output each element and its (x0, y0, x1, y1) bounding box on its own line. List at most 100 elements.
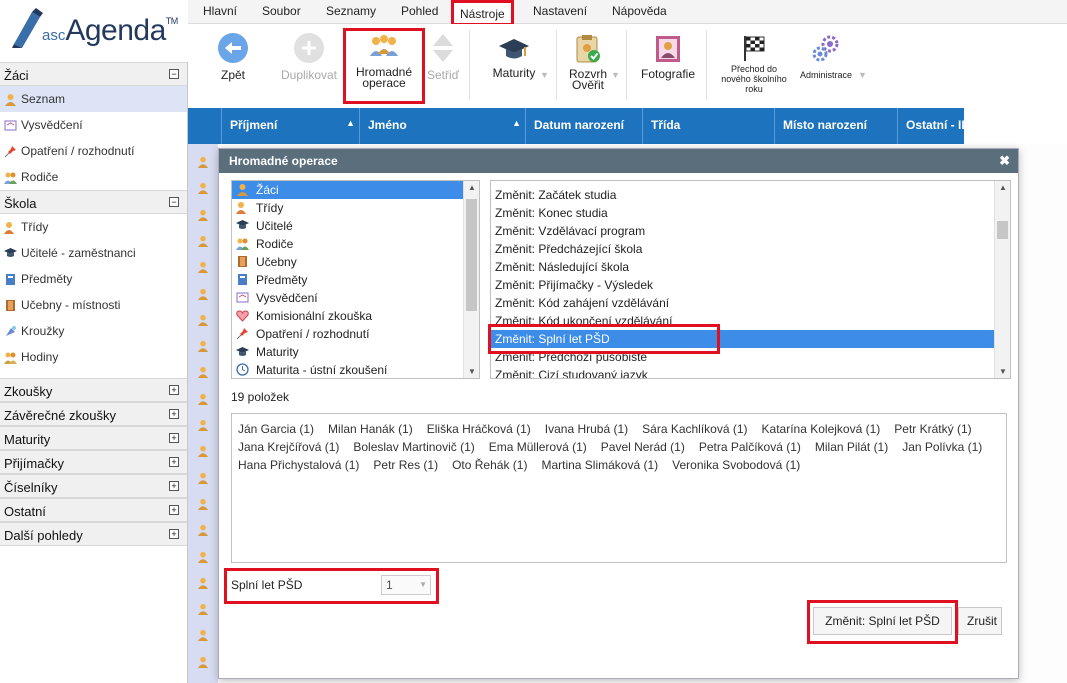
menu-soubor[interactable]: Soubor (262, 4, 301, 18)
expand-icon[interactable]: + (169, 409, 179, 419)
sidebar-item-vysvedceni[interactable]: Vysvědčení (0, 112, 187, 138)
student-icon (197, 235, 209, 247)
new-school-year-button[interactable]: Přechod do nového školního roku (716, 34, 792, 94)
category-item[interactable]: Komisionální zkouška (232, 307, 464, 325)
operation-item[interactable]: Změnit: Následující škola (491, 258, 995, 276)
sort-arrows-icon (433, 34, 453, 62)
sidebar-item-rodice[interactable]: Rodiče (0, 164, 187, 190)
maturity-button[interactable]: Maturity (488, 36, 540, 79)
category-item[interactable]: Vysvědčení (232, 289, 464, 307)
sidebar-section-skola[interactable]: Škola − (0, 190, 187, 214)
category-item[interactable]: Učebny (232, 253, 464, 271)
student-icon (197, 630, 209, 642)
menu-pohled[interactable]: Pohled (401, 4, 438, 18)
expand-icon[interactable]: + (169, 481, 179, 491)
collapse-icon[interactable]: − (169, 69, 179, 79)
admin-dropdown-icon[interactable]: ▼ (858, 70, 867, 80)
category-item[interactable]: Rodiče (232, 235, 464, 253)
scroll-thumb[interactable] (997, 221, 1008, 239)
operation-item[interactable]: Změnit: Kód zahájení vzdělávání (491, 294, 995, 312)
category-item[interactable]: Učitelé (232, 217, 464, 235)
administration-button[interactable]: Administrace (798, 34, 854, 81)
grad-cap-icon (236, 347, 249, 356)
category-item[interactable]: Žáci (232, 181, 464, 199)
expand-icon[interactable]: + (169, 529, 179, 539)
sidebar-section-dalsi-pohledy[interactable]: Další pohledy + (0, 522, 187, 546)
sidebar-section-maturity[interactable]: Maturity + (0, 426, 187, 450)
scroll-up-icon[interactable]: ▲ (468, 183, 476, 192)
sidebar-item-hodiny[interactable]: Hodiny (0, 344, 187, 370)
category-item[interactable]: Maturity (232, 343, 464, 361)
collapse-icon[interactable]: − (169, 197, 179, 207)
scroll-thumb[interactable] (466, 199, 477, 311)
column-prijmeni[interactable]: Příjmení ▲ (222, 108, 360, 144)
student-name: Veronika Svobodová (1) (672, 458, 801, 472)
operation-item[interactable]: Změnit: Začátek studia (491, 186, 995, 204)
operation-item[interactable]: Změnit: Konec studia (491, 204, 995, 222)
apply-button[interactable]: Změnit: Splní let PŠD (813, 607, 952, 635)
column-misto-narozeni[interactable]: Místo narození (775, 108, 898, 144)
schedule-verify-button[interactable]: Rozvrh Ověřit (566, 34, 610, 91)
scroll-down-icon[interactable]: ▼ (999, 367, 1007, 376)
column-datum-narozeni[interactable]: Datum narození (526, 108, 643, 144)
sidebar-item-tridy[interactable]: Třídy (0, 214, 187, 240)
menu-nastroje[interactable]: Nástroje (451, 0, 514, 26)
sidebar-item-seznam[interactable]: Seznam (0, 86, 187, 112)
schedule-dropdown-icon[interactable]: ▼ (611, 70, 620, 80)
scroll-down-icon[interactable]: ▼ (468, 367, 476, 376)
student-icon (197, 604, 209, 616)
sidebar-item-krouzky[interactable]: Kroužky (0, 318, 187, 344)
category-item[interactable]: Předměty (232, 271, 464, 289)
photos-button[interactable]: Fotografie (638, 34, 698, 80)
sidebar-section-ciselniky[interactable]: Číselníky + (0, 474, 187, 498)
column-label: Ostatní - II (906, 118, 964, 132)
close-icon[interactable]: ✖ (999, 153, 1010, 169)
sidebar-item-opatreni[interactable]: Opatření / rozhodnutí (0, 138, 187, 164)
sidebar-section-ostatni[interactable]: Ostatní + (0, 498, 187, 522)
sidebar-section-zkousky[interactable]: Zkoušky + (0, 378, 187, 402)
operation-item[interactable]: Změnit: Přijímačky - Výsledek (491, 276, 995, 294)
column-ostatni[interactable]: Ostatní - II (898, 108, 964, 144)
field-value-select[interactable]: 1 ▼ (381, 575, 431, 595)
scroll-up-icon[interactable]: ▲ (999, 183, 1007, 192)
expand-icon[interactable]: + (169, 385, 179, 395)
operation-item[interactable]: Změnit: Předcházející škola (491, 240, 995, 258)
menu-hlavni[interactable]: Hlavní (203, 4, 237, 18)
column-trida[interactable]: Třída (643, 108, 775, 144)
sidebar-section-prijimacky[interactable]: Přijímačky + (0, 450, 187, 474)
expand-icon[interactable]: + (169, 505, 179, 515)
certificate-icon (4, 120, 17, 131)
expand-icon[interactable]: + (169, 433, 179, 443)
category-item[interactable]: Maturita - ústní zkoušení (232, 361, 464, 378)
sidebar-section-title: Další pohledy (4, 528, 83, 543)
duplicate-button[interactable]: Duplikovat (278, 32, 340, 81)
sidebar-section-zaci[interactable]: Žáci − (0, 62, 187, 86)
sidebar-item-label: Kroužky (21, 324, 65, 338)
sidebar-item-ucitele[interactable]: Učitelé - zaměstnanci (0, 240, 187, 266)
sort-button[interactable]: Setřiď (425, 32, 461, 81)
category-item[interactable]: Opatření / rozhodnutí (232, 325, 464, 343)
sidebar-section-zaverecne-zkousky[interactable]: Závěrečné zkoušky + (0, 402, 187, 426)
expand-icon[interactable]: + (169, 457, 179, 467)
sidebar-item-predmety[interactable]: Předměty (0, 266, 187, 292)
field-label: Splní let PŠD (231, 578, 303, 592)
menu-nastaveni[interactable]: Nastavení (533, 4, 587, 18)
category-scrollbar[interactable]: ▲ ▼ (463, 181, 479, 378)
operation-item[interactable]: Změnit: Cizí studovaný jazyk (491, 366, 995, 378)
cancel-button[interactable]: Zrušit (958, 607, 1002, 635)
sidebar-item-ucebny[interactable]: Učebny - místnosti (0, 292, 187, 318)
student-icon (197, 183, 209, 195)
back-button[interactable]: Zpět (212, 32, 254, 81)
category-item[interactable]: Třídy (232, 199, 464, 217)
menu-seznamy[interactable]: Seznamy (326, 4, 376, 18)
maturity-dropdown-icon[interactable]: ▼ (540, 70, 549, 80)
operation-item[interactable]: Změnit: Vzdělávací program (491, 222, 995, 240)
column-label: Příjmení (230, 118, 278, 132)
category-list[interactable]: Žáci Třídy Učitelé Rodiče Učebny Předměty Vysv… (231, 180, 480, 379)
category-label: Maturity (256, 345, 299, 359)
menu-napoveda[interactable]: Nápověda (612, 4, 667, 18)
column-jmeno[interactable]: Jméno ▲ (360, 108, 526, 144)
operation-scrollbar[interactable]: ▲ ▼ (994, 181, 1010, 378)
bulk-operations-button[interactable]: Hromadné operace (348, 34, 420, 89)
transition-label-1: Přechod do (730, 64, 778, 74)
